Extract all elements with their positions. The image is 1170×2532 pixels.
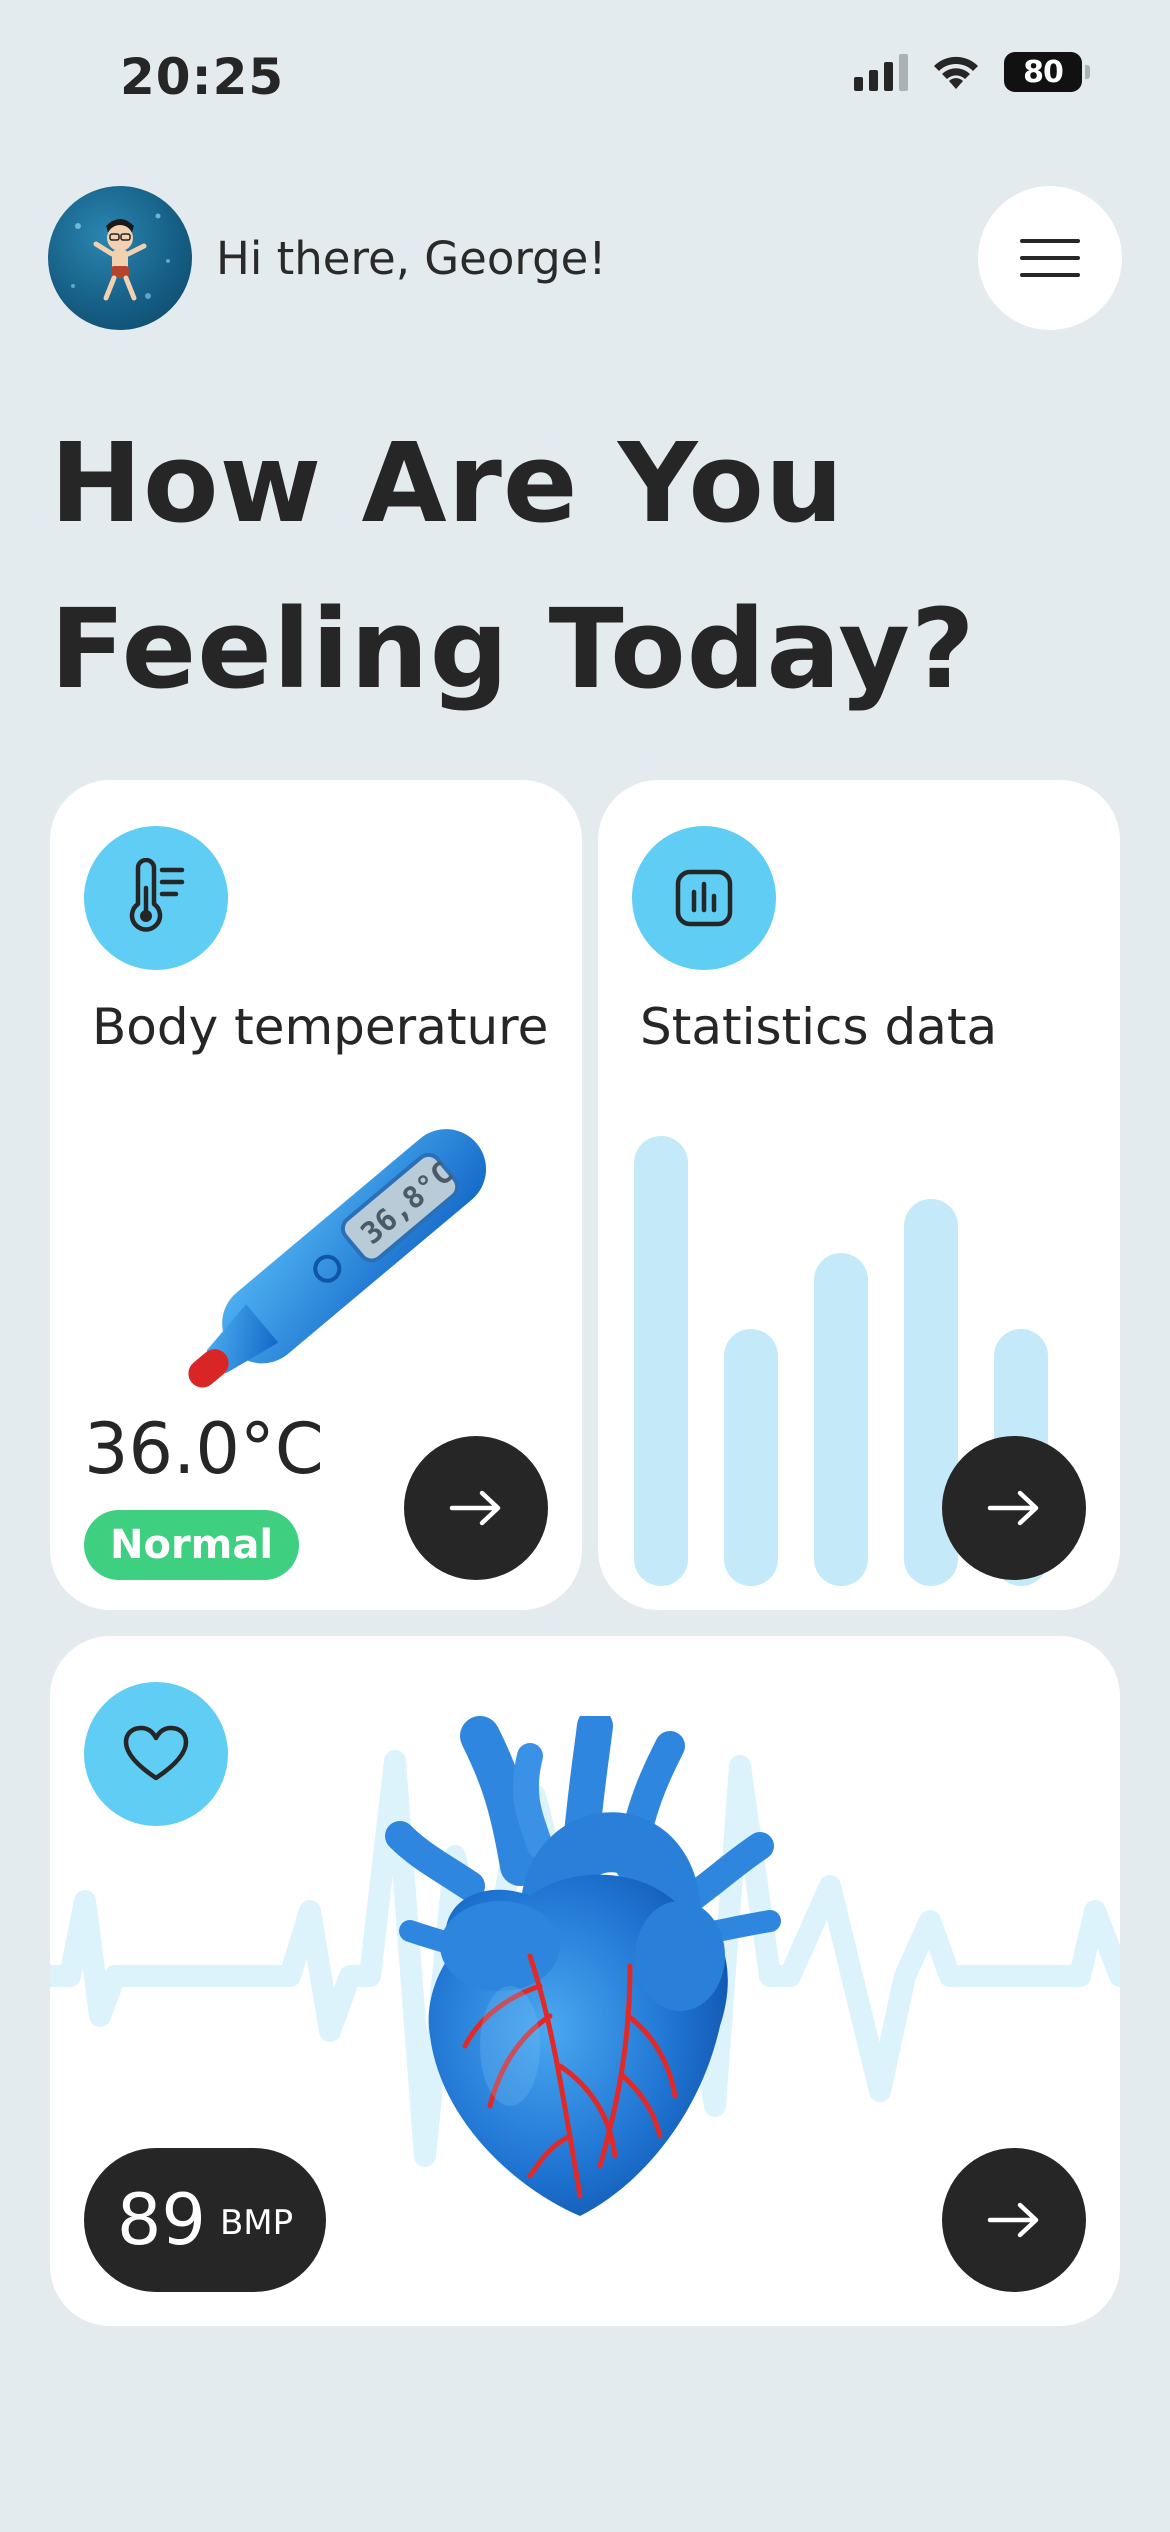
body-temperature-card[interactable]: Body temperature 36,8°C 36.0°C Normal [50, 780, 582, 1610]
temperature-title: Body temperature [92, 998, 549, 1056]
status-badge: Normal [84, 1510, 300, 1580]
statistics-bar [814, 1253, 868, 1586]
bpm-value: 89 [116, 2179, 206, 2261]
anatomical-heart-image [385, 1716, 781, 2216]
statistics-title: Statistics data [640, 998, 998, 1056]
chart-icon [632, 826, 776, 970]
page-title: How Are You Feeling Today? [50, 419, 976, 713]
statistics-bar [724, 1329, 778, 1586]
avatar[interactable] [48, 186, 192, 330]
heart-icon [84, 1682, 228, 1826]
arrow-right-icon [987, 1490, 1039, 1526]
wifi-icon [930, 53, 982, 91]
arrow-right-icon [987, 2202, 1039, 2238]
heart-rate-card[interactable]: 89 BMP [50, 1636, 1120, 2326]
temperature-arrow-button[interactable] [404, 1436, 548, 1580]
statistics-card[interactable]: Statistics data [598, 780, 1120, 1610]
menu-button[interactable] [978, 186, 1122, 330]
battery-icon: 80 [1004, 52, 1090, 92]
statistics-arrow-button[interactable] [942, 1436, 1086, 1580]
avatar-icon [71, 213, 170, 301]
greeting: Hi there, George! [216, 232, 607, 285]
status-icons: 80 [854, 52, 1090, 92]
signal-icon [854, 53, 908, 91]
heart-arrow-button[interactable] [942, 2148, 1086, 2292]
temperature-value: 36.0°C [84, 1408, 324, 1490]
arrow-right-icon [449, 1490, 501, 1526]
bpm-display: 89 BMP [84, 2148, 326, 2292]
menu-icon-line [1020, 256, 1080, 260]
digital-thermometer-image: 36,8°C [188, 1129, 487, 1388]
status-time: 20:25 [120, 48, 285, 106]
menu-icon-line [1020, 273, 1080, 277]
menu-icon-line [1020, 239, 1080, 243]
statistics-bar [634, 1136, 688, 1586]
battery-level: 80 [1004, 52, 1082, 92]
bpm-unit: BMP [219, 2203, 294, 2243]
screen: 20:25 80 Hi there, George! How Are You F… [0, 0, 1170, 2532]
thermometer-icon [84, 826, 228, 970]
